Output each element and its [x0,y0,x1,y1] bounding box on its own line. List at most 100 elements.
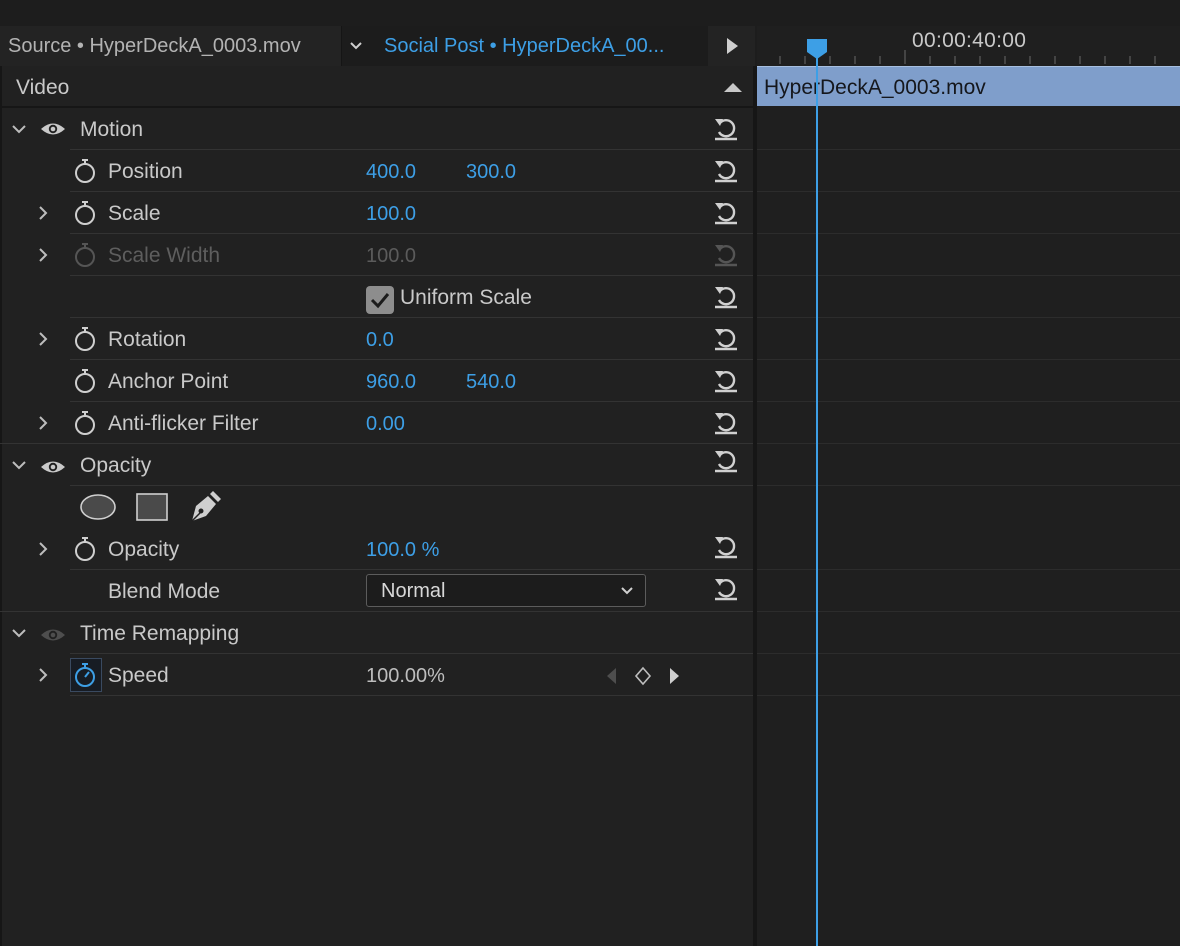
ellipse-mask-icon[interactable] [80,494,116,520]
rotation-label: Rotation [108,328,187,351]
position-param-row: Position 400.0 300.0 [0,150,753,192]
chevron-right-icon[interactable] [34,246,52,264]
anchor-point-label: Anchor Point [108,370,229,393]
timeline-row-divider [757,149,1180,150]
divider [70,695,753,696]
eye-icon[interactable] [40,120,66,138]
chevron-down-icon[interactable] [10,456,28,474]
chevron-right-icon[interactable] [34,414,52,432]
stopwatch-icon[interactable] [73,410,97,436]
rectangle-mask-icon[interactable] [136,493,168,521]
chevron-down-icon[interactable] [10,624,28,642]
motion-label: Motion [80,118,144,141]
blend-mode-value: Normal [381,580,446,602]
mask-tools-row [0,486,753,528]
scale-width-param-row: Scale Width 100.0 [0,234,753,276]
speed-label: Speed [108,664,169,687]
timeline-row-divider [757,443,1180,444]
anchor-point-x-value[interactable]: 960.0 [366,360,416,402]
reset-icon[interactable] [712,574,740,602]
playhead-handle[interactable] [806,38,828,60]
reset-icon[interactable] [712,282,740,310]
add-keyframe-icon[interactable] [634,666,652,686]
chevron-down-icon[interactable] [347,37,365,55]
rotation-value[interactable]: 0.0 [366,318,394,360]
stopwatch-icon[interactable] [73,368,97,394]
anti-flicker-value[interactable]: 0.00 [366,402,405,444]
previous-keyframe-icon[interactable] [604,666,618,686]
scale-param-row: Scale 100.0 [0,192,753,234]
time-remapping-effect-row[interactable]: Time Remapping [0,612,753,654]
chevron-right-icon[interactable] [34,540,52,558]
ruler-timecode: 00:00:40:00 [912,29,1027,52]
speed-param-row: Speed 100.00% [0,654,753,696]
mini-timeline[interactable] [757,66,1180,946]
scale-label: Scale [108,202,161,225]
blend-mode-dropdown[interactable]: Normal [366,574,646,607]
timeline-row-divider [757,317,1180,318]
stopwatch-icon[interactable] [73,536,97,562]
chevron-right-icon[interactable] [34,666,52,684]
chevron-right-icon[interactable] [34,330,52,348]
uniform-scale-label: Uniform Scale [400,286,532,309]
playhead-line[interactable] [816,56,818,946]
timeline-row-divider [757,611,1180,612]
blend-mode-label: Blend Mode [108,580,221,603]
timeline-row-divider [757,191,1180,192]
panel-tab-bar: Source • HyperDeckA_0003.mov Social Post… [0,26,755,92]
motion-effect-row[interactable]: Motion [0,108,753,150]
timeline-row-divider [757,653,1180,654]
timeline-row-divider [757,275,1180,276]
checkmark-icon [370,293,390,309]
reset-icon[interactable] [712,156,740,184]
opacity-label: Opacity [108,538,180,561]
chevron-down-icon[interactable] [10,120,28,138]
position-label: Position [108,160,183,183]
stopwatch-icon[interactable] [73,158,97,184]
timeline-row-divider [757,569,1180,570]
position-x-value[interactable]: 400.0 [366,150,416,192]
chevron-down-icon [621,587,633,595]
reset-icon[interactable] [712,366,740,394]
opacity-value[interactable]: 100.0 % [366,528,439,570]
tab-social-post[interactable]: Social Post • HyperDeckA_00... [384,26,664,66]
rotation-param-row: Rotation 0.0 [0,318,753,360]
opacity-effect-row[interactable]: Opacity [0,444,753,486]
timeline-row-divider [757,695,1180,696]
reset-icon[interactable] [712,446,740,474]
timeline-row-divider [757,485,1180,486]
reset-icon[interactable] [712,324,740,352]
scale-value[interactable]: 100.0 [366,192,416,234]
anchor-point-y-value[interactable]: 540.0 [466,360,516,402]
anti-flicker-param-row: Anti-flicker Filter 0.00 [0,402,753,444]
stopwatch-icon[interactable] [73,662,97,688]
reset-icon[interactable] [712,114,740,142]
anti-flicker-label: Anti-flicker Filter [108,412,259,435]
reset-icon[interactable] [712,408,740,436]
stopwatch-icon [75,243,95,267]
position-y-value[interactable]: 300.0 [466,150,516,192]
reset-icon[interactable] [712,198,740,226]
pen-mask-icon[interactable] [188,490,222,524]
play-triangle-icon[interactable] [722,36,742,56]
uniform-scale-checkbox[interactable] [366,286,394,314]
opacity-param-row: Opacity 100.0 % [0,528,753,570]
collapse-up-triangle-icon[interactable] [722,80,744,94]
stopwatch-icon[interactable] [73,326,97,352]
reset-icon [715,245,737,267]
chevron-right-icon[interactable] [34,204,52,222]
timeline-clip-name: HyperDeckA_0003.mov [764,76,986,99]
video-section-header: Video [0,66,753,108]
timeline-row-divider [757,359,1180,360]
time-remapping-label: Time Remapping [80,622,240,645]
reset-icon[interactable] [712,532,740,560]
next-keyframe-icon[interactable] [668,666,682,686]
eye-icon[interactable] [40,458,66,476]
stopwatch-icon[interactable] [73,200,97,226]
scale-width-value: 100.0 [366,245,417,267]
scale-width-label: Scale Width [108,244,221,267]
tab-source[interactable]: Source • HyperDeckA_0003.mov [8,26,301,66]
timeline-row-divider [757,401,1180,402]
speed-value[interactable]: 100.00% [366,654,445,696]
anchor-point-param-row: Anchor Point 960.0 540.0 [0,360,753,402]
